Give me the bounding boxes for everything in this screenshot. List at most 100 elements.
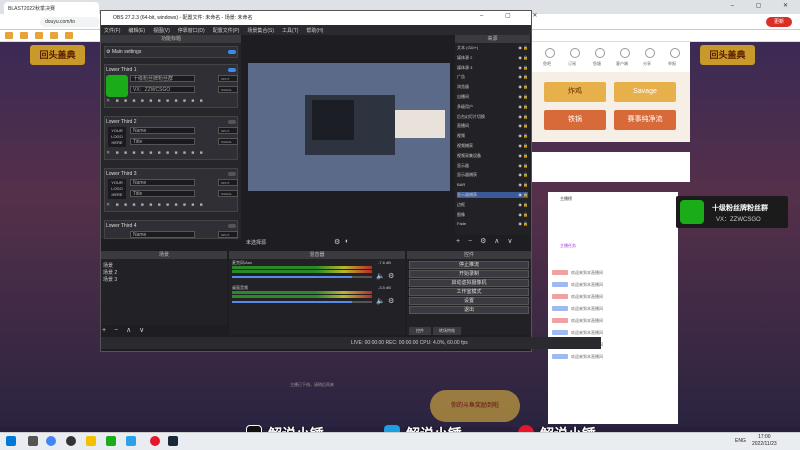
source-filters-icon[interactable]: ◐ [345, 238, 349, 245]
exit-button[interactable]: 退出 [409, 306, 529, 314]
system-clock[interactable]: 17:00 2022/11/23 [752, 434, 777, 448]
vote-option-button[interactable]: 赛事纯净流 [614, 110, 676, 130]
source-item[interactable]: ◉ 🔒 多级用户 [457, 104, 528, 110]
source-item[interactable]: ◉ 🔒 显示器 [457, 163, 528, 169]
share-icon[interactable] [645, 48, 655, 58]
volume-slider[interactable] [232, 301, 352, 303]
visibility-icon[interactable]: ◉ 🔒 [518, 45, 528, 51]
input-language[interactable]: ENG [735, 438, 746, 444]
lower-third-line2[interactable]: VX：ZZWCSGO [130, 86, 195, 93]
visibility-icon[interactable]: ◉ 🔒 [518, 153, 528, 159]
visibility-icon[interactable]: ◉ 🔒 [518, 84, 528, 90]
sources-toolbar[interactable]: + − ⚙ ∧ ∨ [456, 237, 515, 245]
lower-third-line1[interactable]: Name [130, 231, 195, 238]
menu-profile[interactable]: 配置文件(P) [213, 28, 240, 34]
bookmark-icon[interactable] [20, 32, 28, 39]
line2-style[interactable]: SIGNAL [218, 86, 238, 93]
visibility-icon[interactable]: ◉ 🔒 [518, 55, 528, 61]
update-button[interactable]: 更新 [766, 17, 792, 27]
line1-style[interactable]: SPLIT [218, 179, 238, 186]
source-item[interactable]: ◉ 🔒 直播间 [457, 123, 528, 129]
scene-item[interactable]: 场景 [103, 262, 113, 269]
menu-docks[interactable]: 停靠窗口(D) [178, 28, 205, 34]
scenes-toolbar[interactable]: + − ∧ ∨ [102, 326, 147, 334]
visibility-icon[interactable]: ◉ 🔒 [518, 104, 528, 110]
lower-third-toggle[interactable] [228, 172, 236, 176]
visibility-icon[interactable]: ◉ 🔒 [518, 74, 528, 80]
source-properties-icon[interactable]: ⚙ [334, 238, 340, 246]
chat-tab[interactable]: 主播榜 [560, 196, 572, 202]
line1-style[interactable]: SPLIT [218, 231, 238, 238]
client-icon[interactable] [620, 48, 630, 58]
bookmark-icon[interactable] [65, 32, 73, 39]
virtual-camera-button[interactable]: 启动虚拟摄像机 [409, 279, 529, 287]
vote-option-button[interactable]: 铁锅 [544, 110, 606, 130]
source-item[interactable]: ◉ 🔒 BAR [457, 182, 528, 188]
source-item[interactable]: ◉ 🔒 媒体源 3 [457, 65, 528, 71]
line1-style[interactable]: SPLIT [218, 127, 238, 134]
tab-controls[interactable]: 控件 [409, 327, 431, 335]
lower-third-line1[interactable]: Name [130, 127, 195, 134]
menu-tools[interactable]: 工具(T) [282, 28, 298, 34]
menu-edit[interactable]: 编辑(E) [128, 28, 145, 34]
visibility-icon[interactable]: ◉ 🔒 [518, 192, 528, 198]
speaker-icon[interactable]: 🔈 [376, 272, 385, 280]
visibility-icon[interactable]: ◉ 🔒 [518, 94, 528, 100]
address-bar[interactable]: douyu.com/to [40, 17, 100, 27]
menu-file[interactable]: 文件(F) [104, 28, 120, 34]
netease-icon[interactable] [150, 436, 160, 446]
subscribe-icon[interactable] [570, 48, 580, 58]
report-icon[interactable] [670, 48, 680, 58]
lower-third-toggle[interactable] [228, 68, 236, 72]
visibility-icon[interactable]: ◉ 🔒 [518, 114, 528, 120]
browser-window-controls[interactable]: – ▢ ✕ [731, 2, 798, 9]
obs-icon[interactable] [66, 436, 76, 446]
visibility-icon[interactable]: ◉ 🔒 [518, 202, 528, 208]
lower-third-actions[interactable]: ✕ ■ ■ ■ ■ ■ ■ ■ ■ ■ ■ ■ [106, 98, 205, 104]
visibility-icon[interactable]: ◉ 🔒 [518, 65, 528, 71]
source-item[interactable]: ◉ 🔒 边框 [457, 202, 528, 208]
steam-icon[interactable] [168, 436, 178, 446]
bookmark-icon[interactable] [50, 32, 58, 39]
line2-style[interactable]: SIGNAL [218, 190, 238, 197]
stop-streaming-button[interactable]: 停止推流 [409, 261, 529, 269]
fishbar-icon[interactable] [545, 48, 555, 58]
windows-start-icon[interactable] [6, 436, 16, 446]
line2-style[interactable]: SIGNAL [218, 138, 238, 145]
lower-third-line1[interactable]: 十级粉丝牌粉丝群 [130, 75, 195, 82]
menu-view[interactable]: 视图(V) [153, 28, 170, 34]
visibility-icon[interactable]: ◉ 🔒 [518, 143, 528, 149]
settings-button[interactable]: 设置 [409, 297, 529, 305]
visibility-icon[interactable]: ◉ 🔒 [518, 133, 528, 139]
main-toggle[interactable] [228, 50, 236, 54]
visibility-icon[interactable]: ◉ 🔒 [518, 182, 528, 188]
browser-tab[interactable]: BLAST2022秋季决赛 [4, 2, 99, 14]
scene-item[interactable]: 场景 3 [103, 276, 117, 283]
source-item[interactable]: ◉ 🔒 广告 [457, 74, 528, 80]
taskview-icon[interactable] [28, 436, 38, 446]
visibility-icon[interactable]: ◉ 🔒 [518, 212, 528, 218]
visibility-icon[interactable]: ◉ 🔒 [518, 221, 528, 227]
visibility-icon[interactable]: ◉ 🔒 [518, 172, 528, 178]
source-item[interactable]: ◉ 🔒 文本 (GDI+) [457, 45, 528, 51]
speaker-icon[interactable]: 🔈 [376, 297, 385, 305]
wechat-taskbar-icon[interactable] [106, 436, 116, 446]
mixer-settings-icon[interactable]: ⚙ [388, 297, 394, 305]
tab-transitions[interactable]: 转场特效 [433, 327, 461, 335]
source-item[interactable]: ◉ 🔒 显示器捕获 [457, 172, 528, 178]
lower-third-actions[interactable]: ✕ ■ ■ ■ ■ ■ ■ ■ ■ ■ ■ ■ [106, 202, 205, 208]
source-item[interactable]: ◉ 🔒 视频采集设备 [457, 153, 528, 159]
source-item[interactable]: ◉ 🔒 显示器捕获 [457, 192, 528, 198]
source-item[interactable]: ◉ 🔒 视频 [457, 133, 528, 139]
scene-item[interactable]: 场景 2 [103, 269, 117, 276]
source-item[interactable]: ◉ 🔒 后台幻灯片切换 [457, 114, 528, 120]
bookmark-icon[interactable] [35, 32, 43, 39]
lower-third-line2[interactable]: Title [130, 138, 195, 145]
visibility-icon[interactable]: ◉ 🔒 [518, 163, 528, 169]
lower-third-toggle[interactable] [228, 224, 236, 228]
source-item[interactable]: ◉ 🔒 图像 [457, 212, 528, 218]
line1-style[interactable]: SPLIT [218, 75, 238, 82]
chrome-icon[interactable] [46, 436, 56, 446]
studio-mode-button[interactable]: 工作室模式 [409, 288, 529, 296]
visibility-icon[interactable]: ◉ 🔒 [518, 123, 528, 129]
